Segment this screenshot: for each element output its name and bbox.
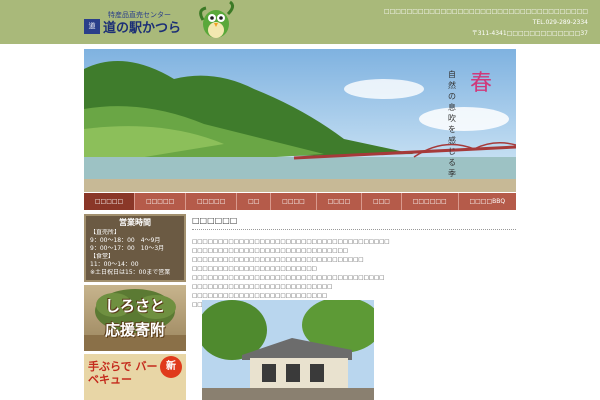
nav-item-bbq[interactable]: □□□□BBQ (459, 193, 516, 210)
hero-tagline: 自然の息吹を感じる季 (448, 70, 456, 178)
nav-item-4[interactable]: □□ (237, 193, 272, 210)
hours-row: 9：00～18：00 4～9月 (90, 237, 161, 244)
nav-item-6[interactable]: □□□□ (317, 193, 363, 210)
site-header: 道 特産品直売センター 道の駅かつら □□□□□□□□□□□□□□□□□□□□□… (0, 0, 600, 44)
hero-banner: 春 自然の息吹を感じる季 (84, 49, 516, 192)
body-paragraph: □□□□□□□□□□□□□□□□□□□□□□□□□□□□□□□□□ (192, 257, 364, 263)
nav-item-5[interactable]: □□□□ (271, 193, 317, 210)
hours-row: 9：00～17：00 10～3月 (90, 245, 165, 252)
business-hours-panel: 営業時間 【直売所】 9：00～18：00 4～9月 9：00～17：00 10… (84, 214, 186, 282)
header-address: 〒311-4341□□□□□□□□□□□□□37 (471, 30, 588, 37)
furusato-banner-line2: 応援寄附 (104, 321, 165, 339)
sidebar: 営業時間 【直売所】 9：00～18：00 4～9月 9：00～17：00 10… (84, 214, 186, 400)
hours-row: 【食堂】 (90, 253, 115, 260)
furusato-donation-banner[interactable]: しろさと 応援寄附 (84, 285, 186, 351)
page-title: □□□□□□ (192, 216, 516, 230)
body-paragraph: □□□□□□□□□□□□□□□□□□□□□□□□□□□□□□ (192, 248, 348, 254)
nav-item-home[interactable]: □□□□□ (84, 193, 136, 210)
nav-item-8[interactable]: □□□□□□ (402, 193, 459, 210)
hours-row: ※土日祝日は15：00まで営業 (90, 269, 171, 276)
main-navigation: □□□□□ □□□□□ □□□□□ □□ □□□□ □□□□ □□□ □□□□□… (84, 193, 516, 210)
bird-mascot-icon (194, 0, 238, 44)
header-contact-info: □□□□□□□□□□□□□□□□□□□□□□□□□□□□□□□□□□□□ TEL… (368, 6, 588, 39)
business-hours-title: 営業時間 (119, 218, 151, 227)
hours-row: 【直売所】 (90, 229, 121, 236)
header-info-line: □□□□□□□□□□□□□□□□□□□□□□□□□□□□□□□□□□□□ (383, 8, 588, 15)
main-content: □□□□□□ □□□□□□□□□□□□□□□□□□□□□□□□□□□□□□□□□… (192, 216, 516, 400)
nav-item-3[interactable]: □□□□□ (186, 193, 238, 210)
logo-mark-icon: 道 (84, 19, 100, 34)
new-badge: 新 (160, 356, 182, 378)
logo-title: 道の駅かつら (103, 21, 182, 36)
site-logo[interactable]: 道 特産品直売センター 道の駅かつら (84, 10, 188, 38)
nav-item-7[interactable]: □□□ (362, 193, 402, 210)
bbq-banner-text: 手ぶらで バーベキュー (88, 360, 158, 386)
body-paragraph: □□□□□□□□□□□□□□□□□□□□□□□□□□□□□□□□□□□□□□ (192, 239, 390, 245)
hero-season-label: 春 (469, 71, 492, 96)
body-paragraph: □□□□□□□□□□□□□□□□□□□□□□□□□□□ (192, 284, 333, 290)
body-paragraph: □□□□□□□□□□□□□□□□□□□□□□□□□□□□□□□□□□□□□ (192, 275, 385, 281)
bbq-banner[interactable]: 手ぶらで バーベキュー 新 (84, 354, 186, 400)
station-building-photo (202, 300, 374, 400)
furusato-banner-line1: しろさと (104, 297, 165, 315)
header-phone: TEL.029-289-2334 (532, 19, 588, 26)
hours-row: 11：00～14：00 (90, 261, 139, 268)
body-paragraph: □□□□□□□□□□□□□□□□□□□□□□□□ (192, 266, 317, 272)
nav-item-2[interactable]: □□□□□ (135, 193, 187, 210)
